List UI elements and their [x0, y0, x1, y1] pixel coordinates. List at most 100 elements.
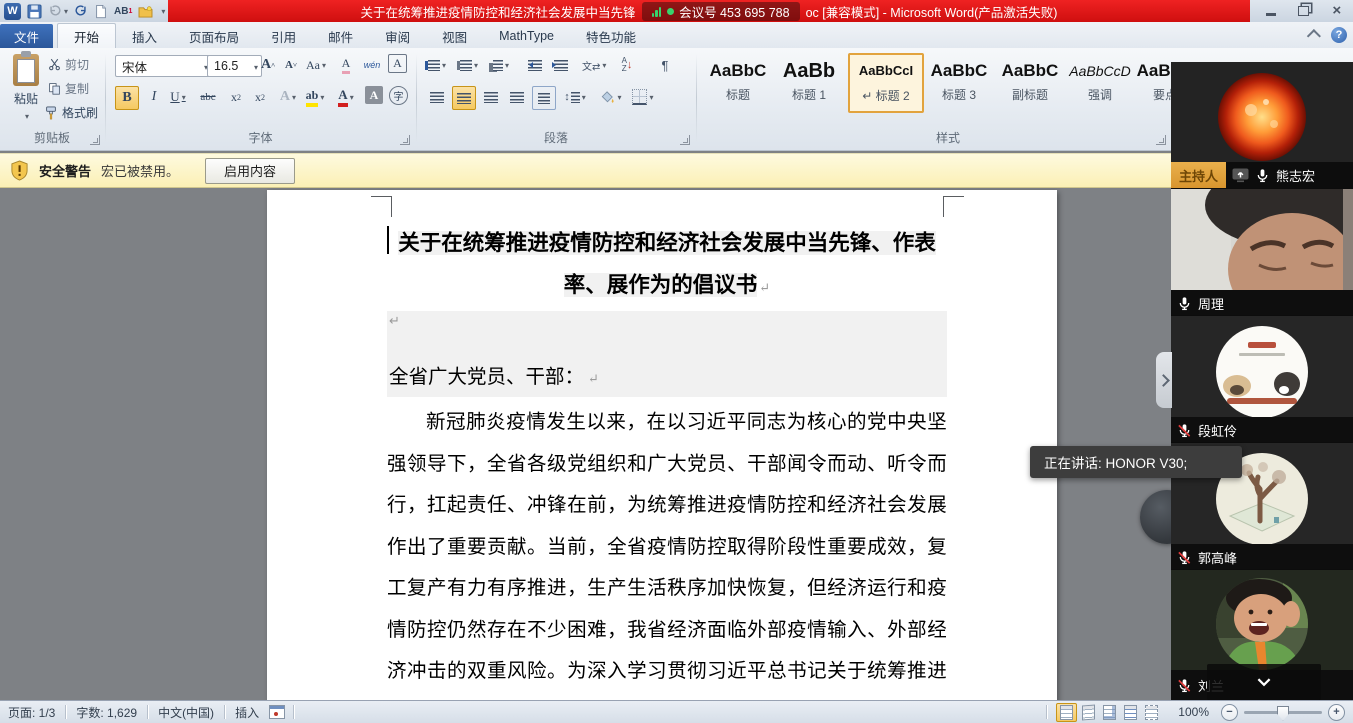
font-family-select[interactable]: 宋体	[115, 55, 212, 77]
bold-button[interactable]: B	[115, 86, 139, 110]
text-effects-button[interactable]: A	[277, 86, 299, 108]
tab-special-features[interactable]: 特色功能	[570, 24, 652, 48]
restore-button[interactable]	[1287, 0, 1320, 21]
enclose-character-button[interactable]: 字	[389, 86, 408, 105]
font-dialog-launcher[interactable]	[400, 135, 410, 145]
body-paragraph[interactable]: 新冠肺炎疫情发生以来，在以习近平同志为核心的党中央坚强领导下，全省各级党组织和广…	[387, 402, 947, 700]
tab-mathtype[interactable]: MathType	[483, 24, 570, 48]
panel-collapse-button[interactable]	[1207, 664, 1321, 700]
clipboard-dialog-launcher[interactable]	[90, 135, 100, 145]
increase-indent-button[interactable]	[550, 54, 572, 76]
participant-tile-host[interactable]: 主持人 熊志宏	[1171, 62, 1353, 188]
zoom-slider-thumb[interactable]	[1277, 706, 1289, 721]
mic-muted-icon[interactable]	[1177, 423, 1192, 438]
style-item-heading3[interactable]: AaBbC 标题 3	[926, 56, 992, 112]
pinyin-guide-button[interactable]: wén	[361, 54, 383, 76]
mic-muted-icon[interactable]	[1177, 678, 1192, 693]
show-marks-button[interactable]: ¶	[654, 54, 676, 76]
bullets-button[interactable]	[426, 54, 448, 76]
footnote-ab-icon[interactable]: AB1	[114, 2, 132, 20]
style-item-heading1[interactable]: AaBb 标题 1	[774, 56, 844, 112]
font-color-button[interactable]: A	[335, 86, 357, 108]
redo-icon[interactable]	[74, 2, 88, 20]
justify-button[interactable]	[506, 86, 528, 108]
close-button[interactable]: ×	[1320, 0, 1353, 21]
shrink-font-button[interactable]: A˅	[280, 54, 302, 76]
folder-star-icon[interactable]	[138, 2, 153, 20]
undo-icon[interactable]	[48, 2, 68, 20]
meeting-pill[interactable]: 会议号 453 695 788	[642, 2, 800, 21]
web-layout-view-button[interactable]	[1100, 704, 1119, 721]
paragraph-dialog-launcher[interactable]	[680, 135, 690, 145]
tab-insert[interactable]: 插入	[116, 24, 173, 48]
paste-dropdown-arrow[interactable]	[6, 106, 46, 124]
copy-button[interactable]: 复制	[48, 80, 89, 97]
tab-mailings[interactable]: 邮件	[312, 24, 369, 48]
document-page[interactable]: 关于在统筹推进疫情防控和经济社会发展中当先锋、作表率、展作为的倡议书 ↵ 全省广…	[267, 190, 1057, 700]
tab-page-layout[interactable]: 页面布局	[173, 24, 255, 48]
tab-references[interactable]: 引用	[255, 24, 312, 48]
full-screen-reading-view-button[interactable]	[1079, 704, 1098, 721]
macro-record-icon[interactable]	[269, 705, 285, 719]
enable-content-button[interactable]: 启用内容	[205, 158, 295, 184]
zoom-out-button[interactable]: −	[1221, 704, 1238, 721]
participant-tile[interactable]: 段虹伶	[1171, 315, 1353, 443]
superscript-button[interactable]: x2	[249, 86, 271, 108]
panel-collapse-handle[interactable]	[1156, 352, 1172, 408]
italic-button[interactable]: I	[143, 86, 165, 108]
multilevel-list-button[interactable]	[490, 54, 512, 76]
insert-mode-indicator[interactable]: 插入	[233, 704, 261, 721]
zoom-level[interactable]: 100%	[1176, 705, 1211, 719]
font-size-select[interactable]: 16.5	[207, 55, 262, 77]
style-item-heading2-selected[interactable]: AaBbCcI ↵ 标题 2	[848, 53, 924, 113]
align-right-button[interactable]	[480, 86, 502, 108]
page-indicator[interactable]: 页面: 1/3	[6, 704, 57, 721]
document-title[interactable]: 关于在统筹推进疫情防控和经济社会发展中当先锋、作表率、展作为的倡议书	[387, 222, 947, 309]
draft-view-button[interactable]	[1142, 704, 1161, 721]
save-icon[interactable]	[27, 2, 42, 20]
print-layout-view-button[interactable]	[1056, 703, 1077, 722]
character-border-button[interactable]: A	[388, 54, 407, 73]
subscript-button[interactable]: x2	[225, 86, 247, 108]
style-item-title[interactable]: AaBbC 标题	[706, 56, 770, 112]
tab-file[interactable]: 文件	[0, 24, 53, 48]
align-center-button[interactable]	[452, 86, 476, 110]
zoom-slider[interactable]	[1244, 711, 1322, 714]
salutation-line[interactable]: 全省广大党员、干部：	[389, 360, 599, 389]
underline-button[interactable]: U	[167, 86, 189, 108]
tab-view[interactable]: 视图	[426, 24, 483, 48]
participant-tile[interactable]: 周理	[1171, 188, 1353, 316]
change-case-button[interactable]: Aa	[305, 54, 327, 76]
outline-view-button[interactable]	[1121, 704, 1140, 721]
borders-button[interactable]	[632, 86, 654, 108]
zoom-in-button[interactable]: +	[1328, 704, 1345, 721]
tab-review[interactable]: 审阅	[369, 24, 426, 48]
mic-muted-icon[interactable]	[1177, 550, 1192, 565]
paste-button[interactable]: 粘贴	[6, 54, 46, 136]
style-item-subtitle[interactable]: AaBbC 副标题	[996, 56, 1064, 112]
qat-more-icon[interactable]	[159, 2, 165, 20]
sort-button[interactable]: AZ ↓	[616, 54, 638, 76]
new-document-icon[interactable]	[94, 2, 108, 20]
asian-layout-button[interactable]: 文⇄	[582, 54, 606, 76]
mic-icon[interactable]	[1255, 168, 1270, 183]
shaded-paragraph-block[interactable]: ↵ 全省广大党员、干部：	[387, 311, 947, 397]
styles-dialog-launcher[interactable]	[1156, 135, 1166, 145]
shading-button[interactable]	[600, 86, 622, 108]
word-count[interactable]: 字数: 1,629	[74, 704, 139, 721]
style-item-emphasis[interactable]: AaBbCcD 强调	[1068, 56, 1132, 112]
distribute-button[interactable]	[532, 86, 556, 110]
minimize-button[interactable]	[1254, 0, 1287, 21]
document-area[interactable]: 关于在统筹推进疫情防控和经济社会发展中当先锋、作表率、展作为的倡议书 ↵ 全省广…	[0, 188, 1353, 700]
language-indicator[interactable]: 中文(中国)	[156, 704, 216, 721]
numbering-button[interactable]	[458, 54, 480, 76]
grow-font-button[interactable]: A˄	[257, 54, 279, 76]
word-logo-icon[interactable]: W	[4, 3, 21, 20]
format-painter-button[interactable]: 格式刷	[44, 104, 98, 121]
character-shading-button[interactable]: A	[365, 86, 383, 104]
line-spacing-button[interactable]: ↕	[564, 86, 586, 108]
mic-icon[interactable]	[1177, 296, 1192, 311]
align-left-button[interactable]	[426, 86, 448, 108]
decrease-indent-button[interactable]	[524, 54, 546, 76]
highlight-color-button[interactable]: ab	[304, 86, 326, 108]
